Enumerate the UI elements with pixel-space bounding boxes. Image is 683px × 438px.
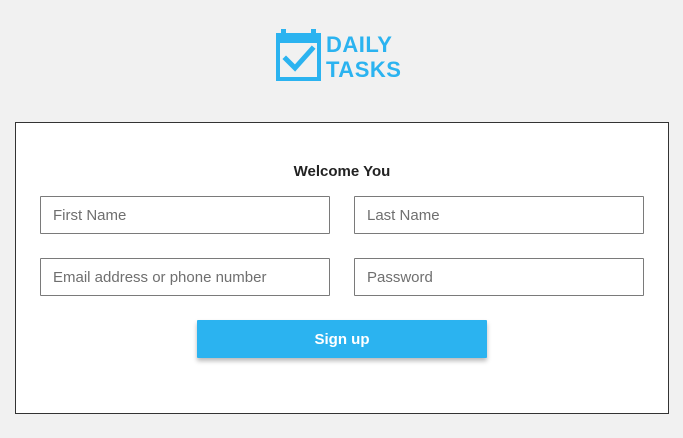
first-name-input[interactable] — [40, 196, 330, 234]
brand-line1: DAILY — [326, 32, 393, 57]
signup-card: Welcome You Sign up — [15, 122, 669, 414]
brand-wordmark: DAILY TASKS — [326, 32, 401, 82]
email-phone-input[interactable] — [40, 258, 330, 296]
brand-line2: TASKS — [326, 57, 402, 82]
password-input[interactable] — [354, 258, 644, 296]
form-title: Welcome You — [293, 163, 391, 180]
calendar-check-icon — [276, 29, 321, 81]
signup-button[interactable]: Sign up — [197, 320, 487, 358]
last-name-input[interactable] — [354, 196, 644, 234]
brand-logo: DAILY TASKS — [276, 29, 416, 83]
